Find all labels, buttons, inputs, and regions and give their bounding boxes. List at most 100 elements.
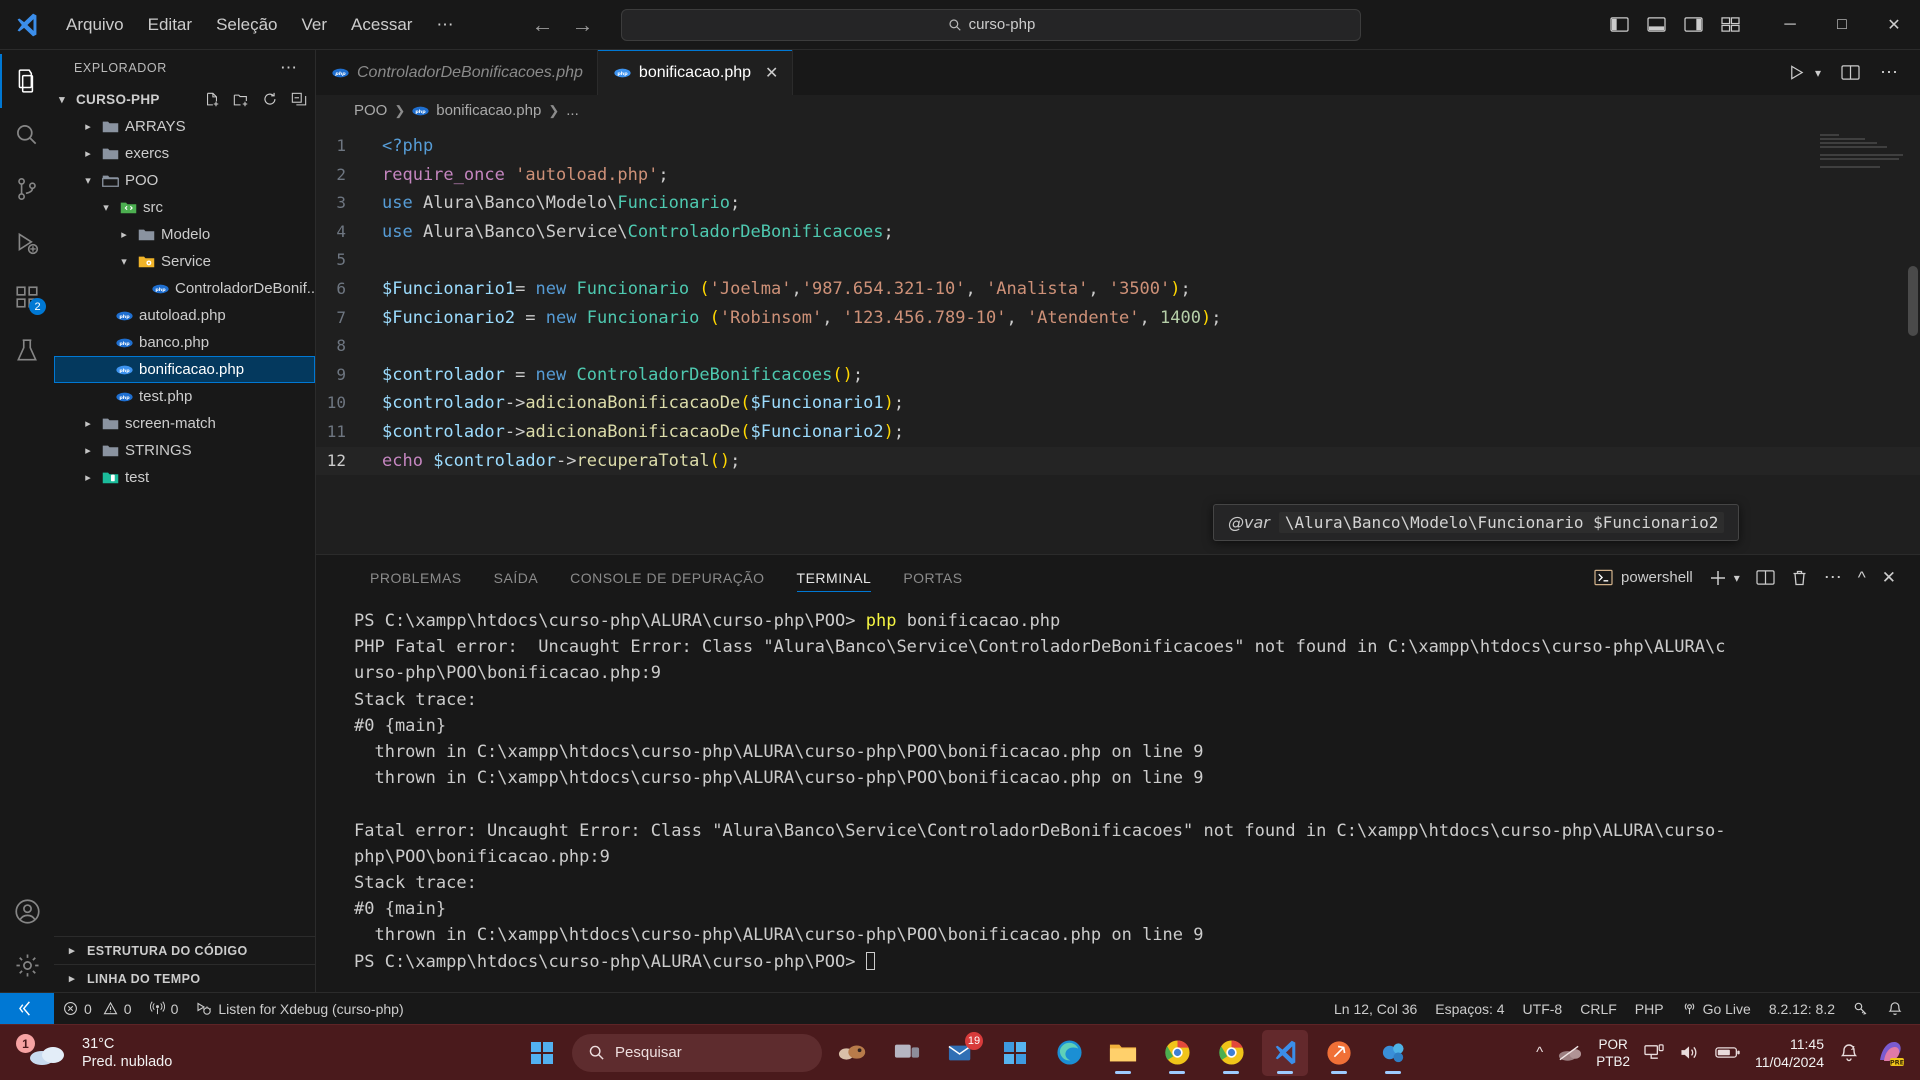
onedrive-paused-icon[interactable]	[1557, 1043, 1582, 1063]
tree-item-controladordebonificacoes[interactable]: php ControladorDeBonif...	[54, 275, 315, 302]
menu-selecao[interactable]: Seleção	[204, 10, 289, 40]
panel-tab-console-depuracao[interactable]: CONSOLE DE DEPURAÇÃO	[554, 555, 780, 600]
taskbar-weather-widget[interactable]: 1 31°C Pred. nublado	[0, 1034, 172, 1071]
network-icon[interactable]	[1644, 1043, 1665, 1062]
new-terminal-icon[interactable]	[1709, 569, 1727, 587]
tree-item-banco-php[interactable]: php banco.php	[54, 329, 315, 356]
microsoft-store-icon[interactable]	[992, 1030, 1038, 1076]
tree-item-src[interactable]: ▾ src	[54, 194, 315, 221]
toggle-primary-sidebar-icon[interactable]	[1610, 16, 1629, 33]
editor-scrollbar[interactable]	[1908, 266, 1918, 336]
arrow-left-icon[interactable]: ←	[531, 12, 553, 38]
ellipsis-icon[interactable]: ⋯	[274, 58, 303, 78]
activity-item-settings[interactable]	[0, 938, 54, 992]
terminal-chevron-icon[interactable]: ▾	[1734, 571, 1740, 585]
tree-item-arrays[interactable]: ▸ ARRAYS	[54, 113, 315, 140]
close-icon[interactable]: ✕	[765, 63, 778, 83]
split-editor-icon[interactable]	[1841, 64, 1860, 81]
status-language-mode[interactable]: PHP	[1626, 993, 1673, 1025]
activity-item-accounts[interactable]	[0, 884, 54, 938]
breadcrumb-folder[interactable]: POO	[354, 102, 387, 119]
breadcrumb-symbol[interactable]: ...	[566, 102, 579, 119]
menu-ver[interactable]: Ver	[290, 10, 340, 40]
postman-icon[interactable]	[1316, 1030, 1362, 1076]
task-view-icon[interactable]	[884, 1030, 930, 1076]
line-content[interactable]: use Alura\Banco\Service\ControladorDeBon…	[372, 218, 894, 247]
status-xdebug-listen[interactable]: Listen for Xdebug (curso-php)	[187, 993, 412, 1025]
toggle-panel-icon[interactable]	[1647, 16, 1666, 33]
battery-icon[interactable]	[1715, 1044, 1741, 1061]
tree-item-modelo[interactable]: ▸ Modelo	[54, 221, 315, 248]
command-center-search[interactable]: curso-php	[621, 8, 1362, 41]
bell-dnd-icon[interactable]: z	[1838, 1042, 1860, 1063]
line-content[interactable]: echo $controlador->recuperaTotal();	[372, 447, 740, 476]
tree-item-autoload-php[interactable]: php autoload.php	[54, 302, 315, 329]
panel-tab-terminal[interactable]: TERMINAL	[781, 555, 888, 600]
line-content[interactable]: use Alura\Banco\Modelo\Funcionario;	[372, 189, 740, 218]
status-eol[interactable]: CRLF	[1571, 993, 1626, 1025]
run-chevron-icon[interactable]: ▾	[1815, 66, 1821, 80]
vscode-icon[interactable]	[1262, 1029, 1308, 1076]
activity-item-search[interactable]	[0, 108, 54, 162]
new-file-icon[interactable]	[204, 92, 220, 108]
line-content[interactable]: $controlador = new ControladorDeBonifica…	[372, 361, 863, 390]
terminal-output[interactable]: PS C:\xampp\htdocs\curso-php\ALURA\curso…	[316, 600, 1920, 992]
tree-item-test[interactable]: ▸ test	[54, 464, 315, 491]
status-encoding[interactable]: UTF-8	[1514, 993, 1572, 1025]
menu-arquivo[interactable]: Arquivo	[54, 10, 136, 40]
line-content[interactable]: $Funcionario2 = new Funcionario ('Robins…	[372, 304, 1221, 333]
line-content[interactable]: $controlador->adicionaBonificacaoDe($Fun…	[372, 418, 904, 447]
run-icon[interactable]	[1788, 64, 1805, 81]
tree-item-exercs[interactable]: ▸ exercs	[54, 140, 315, 167]
status-php-version[interactable]: 8.2.12: 8.2	[1760, 993, 1844, 1025]
activity-item-extensions[interactable]: 2	[0, 270, 54, 324]
sidebar-section-timeline[interactable]: ▸ LINHA DO TEMPO	[54, 964, 315, 992]
line-content[interactable]: $Funcionario1= new Funcionario ('Joelma'…	[372, 275, 1191, 304]
breadcrumb-file[interactable]: bonificacao.php	[436, 102, 541, 119]
toggle-secondary-sidebar-icon[interactable]	[1684, 16, 1703, 33]
panel-tab-portas[interactable]: PORTAS	[887, 555, 978, 600]
menu-acessar[interactable]: Acessar	[339, 10, 424, 40]
chrome-icon[interactable]	[1154, 1030, 1200, 1076]
code-editor[interactable]: 1 <?php 2 require_once 'autoload.php'; 3 use …	[316, 126, 1920, 554]
taskbar-clock[interactable]: 11:45 11/04/2024	[1755, 1035, 1824, 1071]
status-indentation[interactable]: Espaços: 4	[1426, 993, 1513, 1025]
terminal-shell-selector[interactable]: powershell	[1594, 569, 1693, 586]
new-folder-icon[interactable]	[233, 92, 249, 108]
status-cursor-position[interactable]: Ln 12, Col 36	[1325, 993, 1426, 1025]
sidebar-section-outline[interactable]: ▸ ESTRUTURA DO CÓDIGO	[54, 936, 315, 964]
tab-bonificacao-php[interactable]: php bonificacao.php ✕	[597, 50, 794, 95]
more-actions-icon[interactable]: ⋯	[1880, 62, 1898, 83]
close-button[interactable]: ✕	[1868, 0, 1920, 50]
chrome-2-icon[interactable]	[1208, 1030, 1254, 1076]
mail-icon[interactable]: 19	[938, 1030, 984, 1076]
taskbar-search-box[interactable]: Pesquisar	[572, 1033, 822, 1072]
activity-item-testing[interactable]	[0, 324, 54, 378]
status-errors-warnings[interactable]: 0 0	[54, 993, 141, 1025]
widgets-icon[interactable]	[830, 1030, 876, 1076]
line-content[interactable]: <?php	[372, 132, 433, 161]
menu-more[interactable]: ⋯	[424, 10, 465, 40]
tree-root-curso-php[interactable]: ▾ CURSO-PHP	[54, 86, 315, 113]
tree-item-bonificacao-php[interactable]: php bonificacao.php	[54, 356, 315, 383]
chevron-up-icon[interactable]: ^	[1536, 1044, 1543, 1061]
tree-item-poo[interactable]: ▾ POO	[54, 167, 315, 194]
volume-icon[interactable]	[1679, 1043, 1701, 1062]
status-intelliphense[interactable]	[1844, 993, 1878, 1025]
tree-item-test-php[interactable]: php test.php	[54, 383, 315, 410]
customize-layout-icon[interactable]	[1721, 16, 1740, 33]
minimize-button[interactable]: ─	[1764, 0, 1816, 50]
edge-icon[interactable]	[1046, 1030, 1092, 1076]
refresh-icon[interactable]	[262, 92, 278, 108]
line-content[interactable]: require_once 'autoload.php';	[372, 161, 669, 190]
status-notifications[interactable]	[1878, 993, 1912, 1025]
xampp-icon[interactable]	[1370, 1030, 1416, 1076]
windows-start-icon[interactable]	[520, 1031, 564, 1075]
arrow-right-icon[interactable]: →	[571, 12, 593, 38]
tab-controladordebonificacoes-php[interactable]: php ControladorDeBonificacoes.php	[316, 50, 598, 95]
panel-tab-saida[interactable]: SAÍDA	[478, 555, 555, 600]
tree-item-screen-match[interactable]: ▸ screen-match	[54, 410, 315, 437]
activity-item-run-debug[interactable]	[0, 216, 54, 270]
tree-item-strings[interactable]: ▸ STRINGS	[54, 437, 315, 464]
collapse-all-icon[interactable]	[291, 92, 307, 108]
